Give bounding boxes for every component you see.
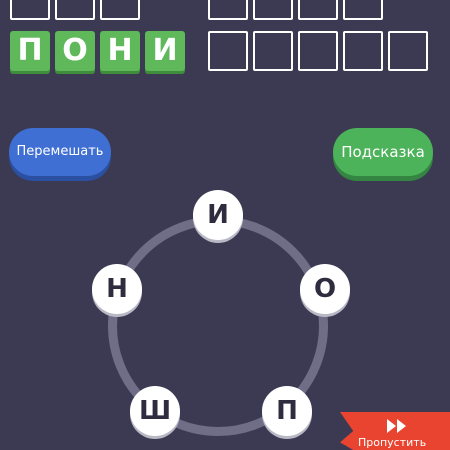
empty-tile — [253, 31, 293, 71]
empty-tile — [208, 31, 248, 71]
empty-tile — [10, 0, 50, 20]
empty-tile — [343, 0, 383, 20]
empty-tile — [55, 0, 95, 20]
wheel-letter[interactable]: П — [262, 386, 312, 436]
solved-letter-tile: О — [55, 31, 95, 71]
solved-letter-tile: Н — [100, 31, 140, 71]
wheel-letter[interactable]: О — [300, 264, 350, 314]
fast-forward-icon — [387, 419, 406, 433]
solved-letter-tile: П — [10, 31, 50, 71]
empty-tile — [208, 0, 248, 20]
skip-button[interactable]: Пропустить — [340, 412, 450, 450]
empty-tile — [343, 31, 383, 71]
empty-tile — [253, 0, 293, 20]
wheel-letter[interactable]: Н — [92, 264, 142, 314]
skip-label: Пропустить — [358, 436, 427, 449]
wheel-letter[interactable]: Ш — [130, 386, 180, 436]
empty-tile — [298, 0, 338, 20]
shuffle-button[interactable]: Перемешать — [9, 128, 111, 176]
empty-tile — [100, 0, 140, 20]
empty-tile — [388, 31, 428, 71]
hint-button[interactable]: Подсказка — [333, 128, 433, 176]
solved-letter-tile: И — [145, 31, 185, 71]
empty-tile — [298, 31, 338, 71]
wheel-letter[interactable]: И — [193, 190, 243, 240]
